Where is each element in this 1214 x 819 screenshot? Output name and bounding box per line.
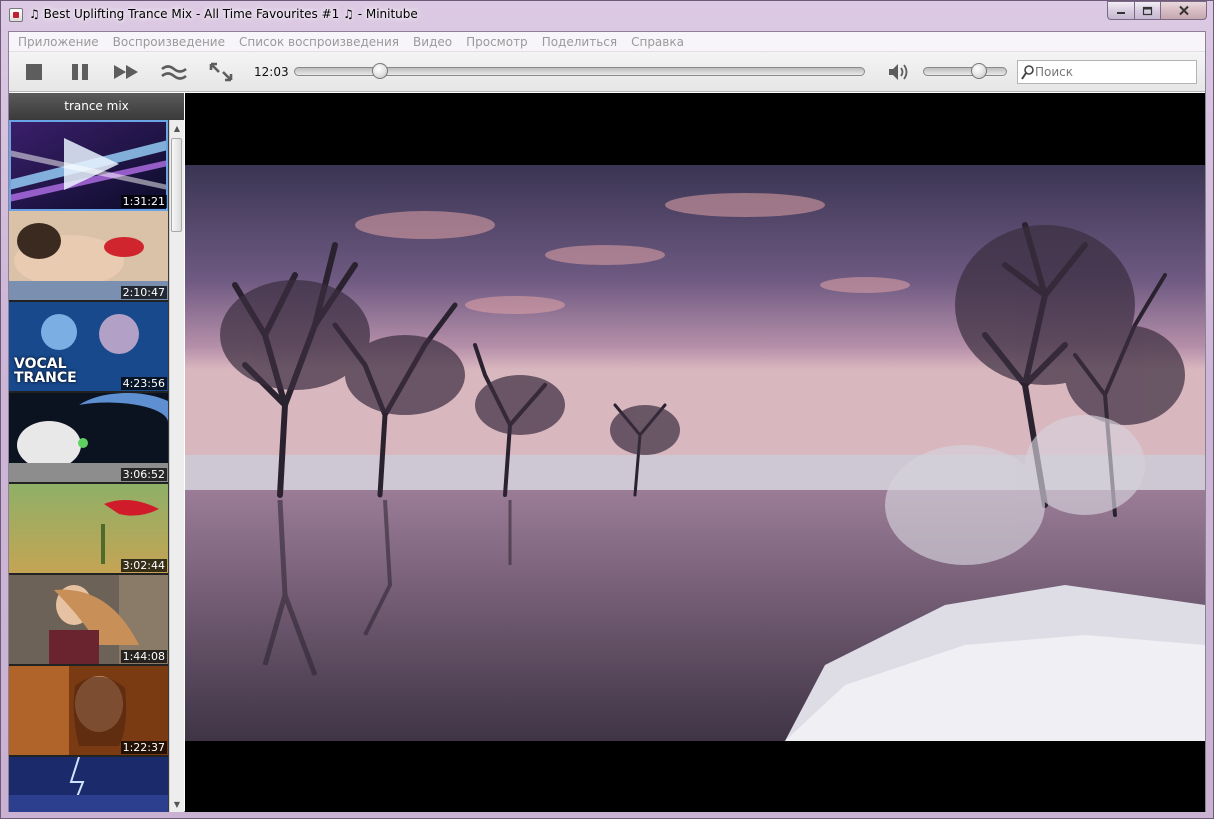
playlist-item[interactable]: 1:44:08 xyxy=(9,575,168,666)
minimize-icon xyxy=(1117,12,1125,14)
mute-button[interactable] xyxy=(887,61,911,83)
title-bar[interactable]: ♫ Best Uplifting Trance Mix - All Time F… xyxy=(1,1,1213,31)
playlist-item[interactable]: 2:10:47 xyxy=(9,211,168,302)
playlist-item[interactable]: 3:06:52 xyxy=(9,393,168,484)
playlist: 1:31:21 2:10:47 VOCAL TRANCE 4:23:56 3:0… xyxy=(9,120,169,812)
video-frame xyxy=(185,165,1205,741)
playlist-title: trance mix xyxy=(9,93,184,120)
video-player[interactable] xyxy=(185,93,1205,812)
search-box[interactable] xyxy=(1017,60,1197,84)
video-duration: 1:22:37 xyxy=(120,741,167,754)
window-controls xyxy=(1107,1,1207,21)
video-duration: 3:06:52 xyxy=(120,468,167,481)
video-duration: 1:31:21 xyxy=(120,195,167,208)
stop-button[interactable] xyxy=(23,61,45,83)
toolbar: 12:03 xyxy=(9,52,1205,92)
skip-forward-button[interactable] xyxy=(113,61,141,83)
fullscreen-icon xyxy=(209,62,233,82)
pause-icon xyxy=(72,64,88,80)
playlist-item[interactable] xyxy=(9,757,168,812)
definition-waves-icon xyxy=(161,65,187,80)
stop-icon xyxy=(26,64,42,80)
minimize-button[interactable] xyxy=(1107,1,1134,20)
menu-help[interactable]: Справка xyxy=(624,32,691,52)
video-duration: 1:44:08 xyxy=(120,650,167,663)
menu-view[interactable]: Просмотр xyxy=(459,32,535,52)
video-thumbnail xyxy=(9,757,168,812)
playlist-item[interactable]: 1:31:21 xyxy=(9,120,168,211)
volume-slider-handle[interactable] xyxy=(970,63,987,79)
menu-video[interactable]: Видео xyxy=(406,32,459,52)
playlist-item[interactable]: VOCAL TRANCE 4:23:56 xyxy=(9,302,168,393)
scroll-up-arrow-icon[interactable]: ▲ xyxy=(170,121,184,135)
search-input[interactable] xyxy=(1035,62,1193,82)
menu-application[interactable]: Приложение xyxy=(11,32,106,52)
playlist-item[interactable]: 3:02:44 xyxy=(9,484,168,575)
scrollbar-thumb[interactable] xyxy=(171,138,182,232)
app-window: ♫ Best Uplifting Trance Mix - All Time F… xyxy=(0,0,1214,819)
volume-slider[interactable] xyxy=(923,67,1007,76)
menu-playlist[interactable]: Список воспроизведения xyxy=(232,32,406,52)
seek-slider-handle[interactable] xyxy=(371,63,388,79)
skip-forward-icon xyxy=(114,65,138,79)
definition-button[interactable] xyxy=(160,61,188,83)
window-title: ♫ Best Uplifting Trance Mix - All Time F… xyxy=(29,7,418,21)
maximize-button[interactable] xyxy=(1134,1,1160,20)
search-icon xyxy=(1021,65,1034,80)
restore-icon xyxy=(1142,6,1153,15)
close-button[interactable] xyxy=(1160,1,1207,20)
video-duration: 3:02:44 xyxy=(120,559,167,572)
playlist-item[interactable]: 1:22:37 xyxy=(9,666,168,757)
scroll-down-arrow-icon[interactable]: ▼ xyxy=(170,797,184,811)
minitube-app-icon xyxy=(9,8,23,22)
playlist-panel: trance mix 1:31:21 2:10:47 VOCAL TRANCE … xyxy=(9,93,184,812)
fullscreen-button[interactable] xyxy=(208,61,234,83)
close-icon xyxy=(1178,5,1189,16)
client-area: Приложение Воспроизведение Список воспро… xyxy=(8,31,1206,812)
playlist-scrollbar[interactable]: ▲ ▼ xyxy=(169,120,184,812)
speaker-icon xyxy=(889,64,908,80)
menu-share[interactable]: Поделиться xyxy=(535,32,624,52)
video-duration: 2:10:47 xyxy=(120,286,167,299)
menu-playback[interactable]: Воспроизведение xyxy=(106,32,232,52)
elapsed-time: 12:03 xyxy=(254,65,289,79)
thumbnail-caption: VOCAL TRANCE xyxy=(14,356,77,386)
video-duration: 4:23:56 xyxy=(120,377,167,390)
menu-bar: Приложение Воспроизведение Список воспро… xyxy=(9,32,1205,52)
pause-button[interactable] xyxy=(69,61,91,83)
